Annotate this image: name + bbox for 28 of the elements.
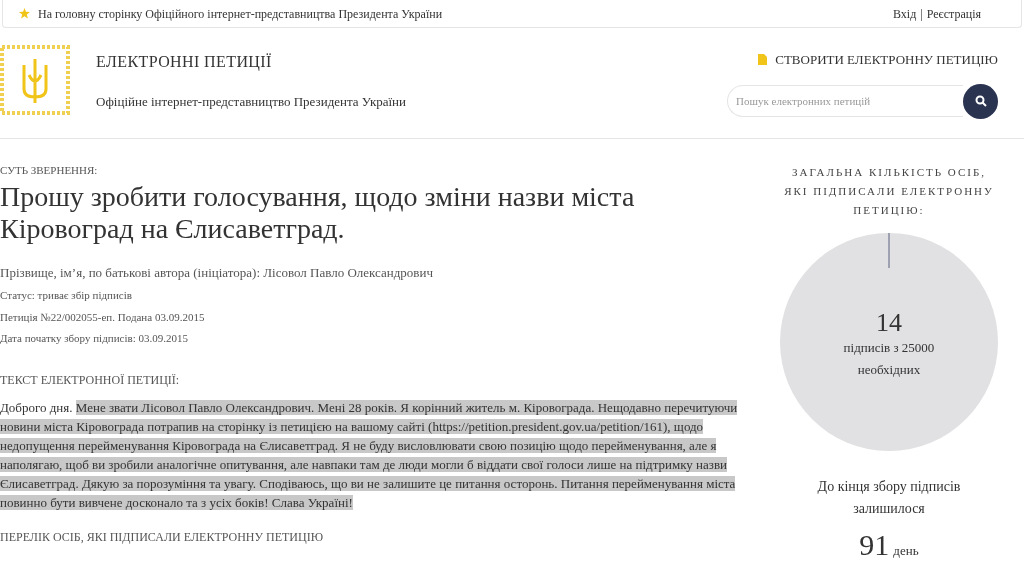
- document-icon: [758, 54, 768, 66]
- register-link[interactable]: Реєстрація: [926, 4, 981, 23]
- signature-caption: підписів з 25000 необхідних: [842, 339, 936, 379]
- section-label: СУТЬ ЗВЕРНЕННЯ:: [0, 163, 99, 178]
- petition-text: Доброго дня. Мене звати Лісовол Павло Олександрович. Мені 28 років. Я корінний житель м. Кіровограда. Нещодавно перечитуючи новини міста Кіровограда потрапив на сторінку із петицією на вашому сайті (https://petition.president.gov.ua/petition/161), щодо недопущення перейменування Кіровограда на Єлисаветград. Я не буду висловлювати свою позицію щодо перейменування, але я наполягаю, щоб ви зробили аналогічне опитування, але навпаки там де люди могли б віддати свої голоси лише на підтримку назви Єлисаветград. Дякую за порозуміння та увагу. Сподіваюсь, що ви не залишите це питання осторонь. Питання перейменування міста повинно бути вивчене досконало та з усіх боків! Слава Україні!: [0, 398, 739, 512]
- remaining-label: До кінця збору підписів залишилося: [816, 478, 962, 518]
- petition-detail: Статус: триває збір підписів: [0, 288, 133, 303]
- home-link[interactable]: На головну сторінку Офіційного інтернет-представництва Президента України: [38, 4, 443, 23]
- section-label: ТЕКСТ ЕЛЕКТРОННОЇ ПЕТИЦІЇ:: [0, 371, 181, 389]
- emblem-icon: [0, 45, 70, 115]
- search-field[interactable]: Пошук електронних петицій: [727, 85, 963, 117]
- petition-detail: Петиція №22/002055-еп. Подана 03.09.2015: [0, 309, 206, 325]
- signature-count: 14: [876, 309, 902, 337]
- star-icon: [19, 8, 30, 19]
- site-title: ЕЛЕКТРОННІ ПЕТИЦІЇ: [96, 52, 273, 73]
- section-label: ПЕРЕЛІК ОСІБ, ЯКІ ПІДПИСАЛИ ЕЛЕКТРОННУ ПЕТИЦІЮ: [0, 528, 325, 546]
- signatures-heading: ЗАГАЛЬНА КІЛЬКІСТЬ ОСІБ, ЯКІ ПІДПИСАЛИ ЕЛЕКТРОННУ ПЕТИЦІЮ:: [783, 165, 995, 218]
- site-subtitle: Офіційне інтернет-представництво Президента України: [96, 93, 406, 111]
- login-link[interactable]: Вхід: [893, 4, 917, 23]
- petition-detail: Прізвище, ім’я, по батькові автора (ініціатора): Лісовол Павло Олександрович: [0, 263, 434, 282]
- search-icon: [974, 95, 987, 107]
- search-button[interactable]: [963, 83, 998, 119]
- separator: |: [920, 5, 923, 23]
- petition-detail: Дата початку збору підписів: 03.09.2015: [0, 331, 189, 346]
- petition-title: Прошу зробити голосування, щодо зміни назви міста Кіровоград на Єлисаветград.: [0, 180, 636, 245]
- days-unit: день: [893, 542, 919, 560]
- days-count: 91: [859, 530, 890, 560]
- create-petition-link[interactable]: СТВОРИТИ ЕЛЕКТРОННУ ПЕТИЦІЮ: [758, 50, 998, 70]
